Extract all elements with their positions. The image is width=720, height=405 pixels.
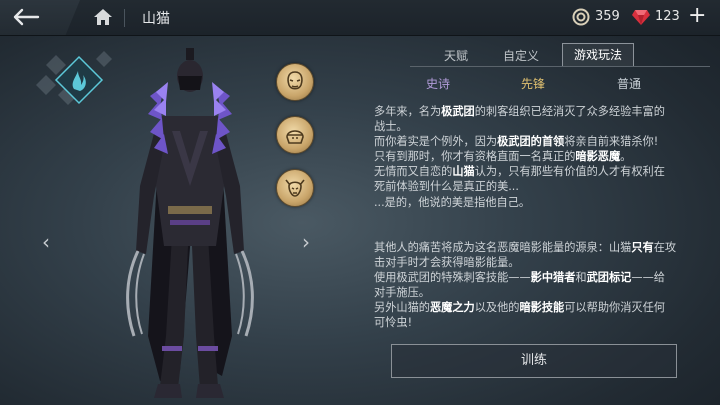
highlight-term: 只有 bbox=[631, 240, 654, 254]
highlight-term: 山猫 bbox=[452, 165, 475, 179]
highlight-term: 武团标记 bbox=[586, 270, 632, 284]
coin-count: 359 bbox=[595, 9, 620, 24]
mask-face-icon bbox=[287, 71, 303, 90]
desc-line: 其他人的痛苦将成为这名恶魔暗影能量的源泉：山猫只有在攻 bbox=[374, 240, 677, 254]
desc-line: 死前体验到什么是真正的美... bbox=[374, 180, 519, 194]
tab-talent[interactable]: 天赋 bbox=[444, 47, 468, 64]
train-button[interactable]: 训练 bbox=[391, 344, 677, 378]
gem-count: 123 bbox=[655, 9, 680, 24]
desc-line: 只有到那时，你才有资格直面一名真正的暗影恶魔。 bbox=[374, 150, 632, 164]
desc-line: 另外山猫的恶魔之力以及他的暗影技能可以帮助你消灭任何 bbox=[374, 301, 665, 315]
tab-gameplay[interactable]: 游戏玩法 bbox=[562, 43, 634, 67]
back-button[interactable] bbox=[0, 0, 80, 35]
desc-line: 战士。 bbox=[374, 120, 408, 134]
desc-line: 使用极武团的特殊刺客技能——影中猎者和武团标记——给 bbox=[374, 270, 665, 284]
desc-line: 无情而又自恋的山猫认为，只有那些有价值的人才有权利在 bbox=[374, 165, 665, 179]
helmet-icon bbox=[286, 130, 304, 144]
highlight-term: 极武团的首领 bbox=[497, 135, 565, 149]
skill-medallion-3[interactable] bbox=[276, 169, 314, 207]
coin-icon bbox=[572, 8, 590, 26]
highlight-term: 影中猎者 bbox=[530, 270, 576, 284]
desc-line: ...是的，他说的美是指他自己。 bbox=[374, 195, 531, 209]
hero-character-model bbox=[126, 48, 254, 398]
top-bar: 山猫 359 123 + bbox=[0, 0, 720, 36]
desc-line: 击对手时才会获得暗影能量。 bbox=[374, 255, 520, 269]
desc-line: 而你着实是个例外，因为极武团的首领将亲自前来猎杀你! bbox=[374, 135, 659, 149]
shadow-flame-class-icon bbox=[36, 51, 112, 105]
subtab-common[interactable]: 普通 bbox=[617, 75, 641, 92]
next-hero-arrow[interactable]: › bbox=[302, 230, 310, 254]
desc-line: 多年来，名为极武团的刺客组织已经消灭了众多经验丰富的 bbox=[374, 105, 665, 118]
ruby-gem-icon bbox=[632, 10, 650, 25]
add-currency-button[interactable]: + bbox=[688, 4, 706, 28]
hero-description: 多年来，名为极武团的刺客组织已经消灭了众多经验丰富的 战士。 而你着实是个例外，… bbox=[374, 104, 692, 330]
home-icon[interactable] bbox=[92, 7, 114, 27]
skill-medallion-1[interactable] bbox=[276, 63, 314, 101]
highlight-term: 暗影技能 bbox=[519, 301, 565, 315]
subtab-vanguard[interactable]: 先锋 bbox=[521, 75, 545, 92]
highlight-term: 极武团 bbox=[441, 105, 475, 118]
subtab-epic[interactable]: 史诗 bbox=[426, 75, 450, 92]
desc-line: 对手施压。 bbox=[374, 285, 430, 299]
divider bbox=[124, 9, 125, 27]
highlight-term: 暗影恶魔 bbox=[575, 150, 621, 164]
previous-hero-arrow[interactable]: ‹ bbox=[42, 230, 50, 254]
desc-line: 可怜虫! bbox=[374, 316, 413, 330]
highlight-term: 恶魔之力 bbox=[429, 301, 475, 315]
tab-customize[interactable]: 自定义 bbox=[503, 47, 539, 64]
back-arrow-icon bbox=[13, 8, 40, 26]
skill-medallion-2[interactable] bbox=[276, 116, 314, 154]
hero-name: 山猫 bbox=[142, 11, 170, 27]
tab-divider bbox=[410, 66, 710, 67]
demon-skull-icon bbox=[285, 179, 305, 197]
